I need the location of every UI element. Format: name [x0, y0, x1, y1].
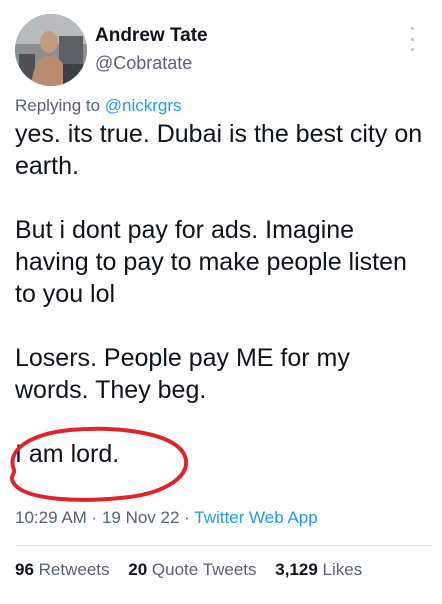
avatar-image — [15, 14, 87, 86]
tweet-source-link[interactable]: Twitter Web App — [194, 508, 317, 527]
likes-stat[interactable]: 3,129 Likes — [275, 560, 362, 579]
quote-tweets-count: 20 — [128, 560, 148, 579]
tweet-time[interactable]: 10:29 AM — [15, 508, 87, 527]
avatar[interactable] — [15, 14, 87, 86]
retweets-label: Retweets — [38, 560, 110, 579]
tweet-paragraph: But i dont pay for ads. Imagine having t… — [15, 216, 407, 308]
quote-tweets-stat[interactable]: 20 Quote Tweets — [128, 560, 256, 579]
more-vertical-icon[interactable] — [407, 27, 417, 51]
meta-separator: · — [179, 508, 195, 527]
quote-tweets-label: Quote Tweets — [151, 560, 257, 579]
retweets-count: 96 — [15, 560, 34, 579]
meta-separator: · — [86, 508, 102, 527]
tweet-header: Andrew Tate @Cobratate — [15, 14, 427, 90]
tweet-card: Andrew Tate @Cobratate Replying to @nick… — [0, 0, 442, 604]
author-name[interactable]: Andrew Tate — [95, 25, 208, 47]
likes-label: Likes — [322, 560, 363, 579]
tweet-meta: 10:29 AM · 19 Nov 22 · Twitter Web App — [15, 508, 318, 528]
tweet-paragraph: I am lord. — [15, 440, 120, 468]
tweet-stats: 96 Retweets 20 Quote Tweets 3,129 Likes — [15, 560, 376, 580]
reply-mention-link[interactable]: @nickrgrs — [105, 96, 182, 115]
replying-to-prefix: Replying to — [15, 96, 105, 115]
tweet-paragraph: yes. its true. Dubai is the best city on… — [15, 120, 423, 180]
tweet-date[interactable]: 19 Nov 22 — [102, 508, 180, 527]
retweets-stat[interactable]: 96 Retweets — [15, 560, 110, 579]
tweet-paragraph: Losers. People pay ME for my words. They… — [15, 344, 350, 404]
likes-count: 3,129 — [275, 560, 318, 579]
tweet-text: yes. its true. Dubai is the best city on… — [15, 118, 430, 470]
divider — [15, 545, 432, 546]
replying-to-line: Replying to @nickrgrs — [15, 96, 182, 116]
author-handle[interactable]: @Cobratate — [95, 53, 192, 74]
